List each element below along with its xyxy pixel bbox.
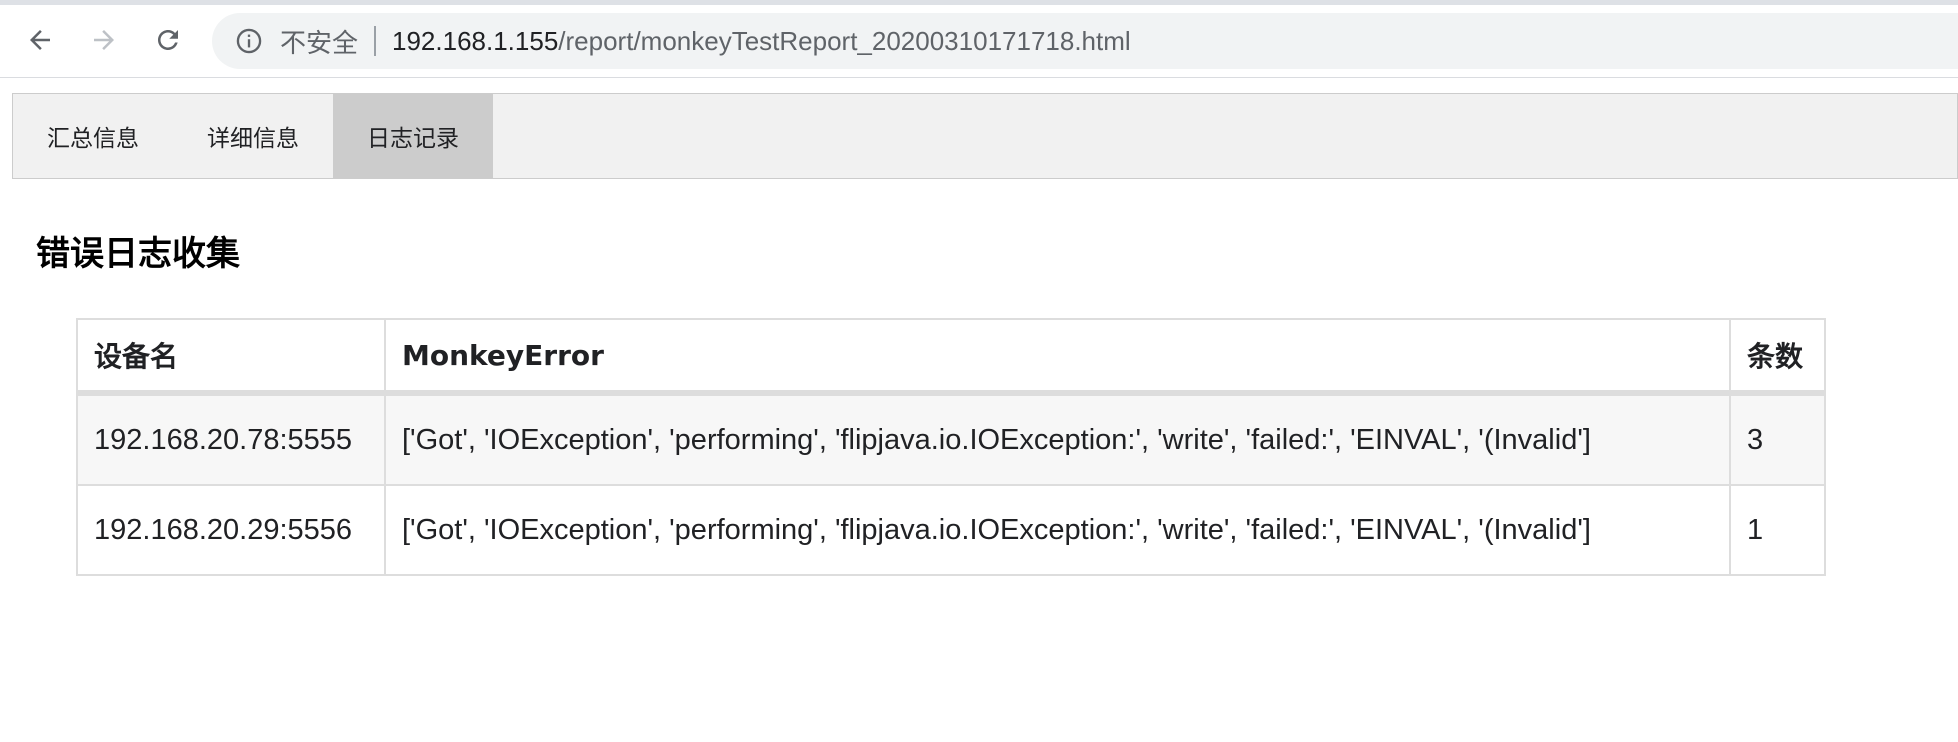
security-label[interactable]: 不安全 (280, 23, 358, 60)
table-row: 192.168.20.29:5556 ['Got', 'IOException'… (76, 484, 1826, 576)
page-title: 错误日志收集 (36, 234, 240, 274)
error-log-table: 设备名 MonkeyError 条数 192.168.20.78:5555 ['… (76, 318, 1826, 576)
forward-button[interactable] (80, 16, 128, 64)
forward-arrow-icon (94, 30, 114, 50)
header-count: 条数 (1729, 318, 1826, 396)
address-separator (374, 26, 377, 56)
cell-count: 3 (1729, 392, 1826, 486)
table-header-row: 设备名 MonkeyError 条数 (76, 318, 1826, 396)
table-row: 192.168.20.78:5555 ['Got', 'IOException'… (76, 392, 1826, 486)
reload-button[interactable] (144, 16, 192, 64)
cell-count: 1 (1729, 484, 1826, 576)
browser-toolbar: 不安全 192.168.1.155 /report/monkeyTestRepo… (0, 0, 1958, 78)
header-monkey-error: MonkeyError (384, 318, 1731, 396)
cell-device: 192.168.20.78:5555 (76, 392, 386, 486)
reload-icon (158, 30, 178, 50)
cell-error: ['Got', 'IOException', 'performing', 'fl… (384, 392, 1731, 486)
address-bar[interactable]: 不安全 192.168.1.155 /report/monkeyTestRepo… (212, 13, 1958, 69)
tab-details[interactable]: 详细信息 (173, 94, 333, 178)
tab-strip-edge (0, 0, 1958, 5)
back-arrow-icon (30, 30, 50, 50)
tab-summary[interactable]: 汇总信息 (13, 94, 173, 178)
cell-error: ['Got', 'IOException', 'performing', 'fl… (384, 484, 1731, 576)
url-path: /report/monkeyTestReport_20200310171718.… (558, 25, 1131, 56)
back-button[interactable] (16, 16, 64, 64)
info-icon[interactable] (234, 26, 264, 56)
header-device: 设备名 (76, 318, 386, 396)
tab-logs[interactable]: 日志记录 (333, 94, 493, 178)
cell-device: 192.168.20.29:5556 (76, 484, 386, 576)
report-tab-bar: 汇总信息 详细信息 日志记录 (12, 93, 1958, 179)
url-host: 192.168.1.155 (392, 25, 559, 56)
